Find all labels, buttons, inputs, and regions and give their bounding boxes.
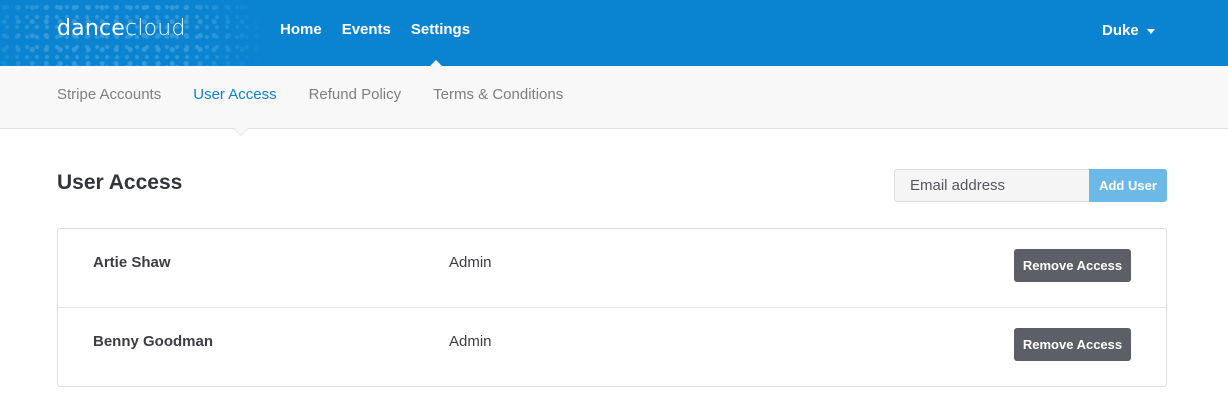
dancecloud-logo[interactable]: dancecloud — [57, 16, 186, 41]
email-input[interactable] — [894, 169, 1089, 202]
user-role-cell: Admin — [449, 333, 492, 350]
nav-home[interactable]: Home — [280, 21, 322, 38]
page-title: User Access — [57, 171, 183, 194]
subnav-active-caret-fill — [234, 128, 248, 135]
nav-settings[interactable]: Settings — [411, 21, 470, 38]
table-row: Artie Shaw Admin Remove Access — [58, 229, 1166, 308]
add-user-button[interactable]: Add User — [1089, 169, 1167, 202]
user-name-cell: Benny Goodman — [93, 333, 214, 350]
tab-terms-conditions[interactable]: Terms & Conditions — [433, 86, 563, 103]
tab-refund-policy[interactable]: Refund Policy — [309, 86, 402, 103]
chevron-down-icon — [1146, 29, 1155, 34]
logo-text-dance: dance — [57, 16, 126, 41]
logo-text-cloud: cloud — [125, 16, 186, 41]
settings-subnav: Stripe Accounts User Access Refund Polic… — [0, 66, 1228, 129]
user-role-cell: Admin — [449, 254, 492, 271]
main-nav: Home Events Settings — [280, 21, 470, 38]
users-table: Artie Shaw Admin Remove Access Benny Goo… — [57, 228, 1167, 387]
remove-access-button[interactable]: Remove Access — [1014, 249, 1131, 282]
user-menu[interactable]: Duke — [1102, 22, 1155, 39]
remove-access-button[interactable]: Remove Access — [1014, 328, 1131, 361]
user-name: Duke — [1102, 22, 1139, 39]
nav-events[interactable]: Events — [342, 21, 391, 38]
top-navbar: dancecloud Home Events Settings Duke — [0, 0, 1228, 66]
tab-user-access[interactable]: User Access — [193, 86, 276, 103]
add-user-form: Add User — [894, 169, 1167, 202]
table-row: Benny Goodman Admin Remove Access — [58, 308, 1166, 387]
user-name-cell: Artie Shaw — [93, 254, 171, 271]
tab-stripe-accounts[interactable]: Stripe Accounts — [57, 86, 161, 103]
